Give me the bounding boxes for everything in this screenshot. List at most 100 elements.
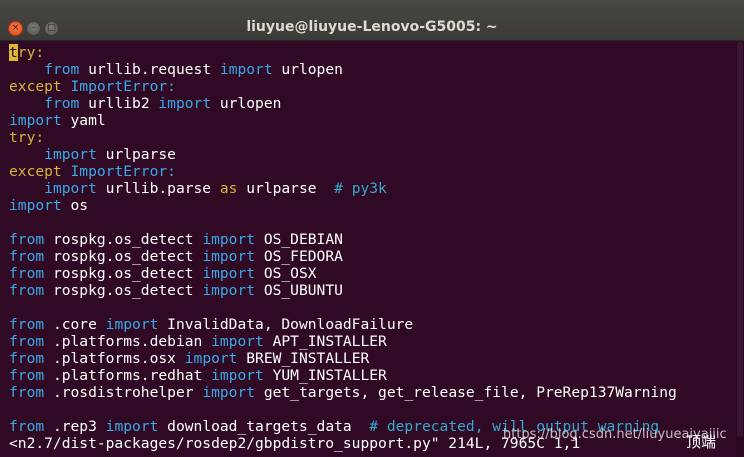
code-token: .platforms.redhat — [44, 367, 212, 384]
window-title: liuyue@liuyue-Lenovo-G5005: ~ — [246, 19, 498, 35]
code-token: download_targets_data — [158, 418, 370, 435]
code-token: urlopen — [211, 95, 282, 112]
code-token: OS_UBUNTU — [255, 282, 343, 299]
code-token: import — [202, 231, 256, 248]
code-token: except — [9, 163, 62, 180]
code-token: import — [184, 350, 238, 367]
code-token: from — [9, 231, 45, 248]
code-token: from — [9, 248, 45, 265]
code-token: .rep3 — [44, 418, 106, 435]
code-token: import — [158, 95, 212, 112]
code-token: OS_FEDORA — [255, 248, 343, 265]
code-line: from rospkg.os_detect import OS_FEDORA — [9, 248, 343, 265]
code-token: OS_DEBIAN — [255, 231, 343, 248]
code-line: from .platforms.redhat import YUM_INSTAL… — [9, 367, 387, 384]
code-token: from — [9, 384, 45, 401]
code-token: .platforms.debian — [44, 333, 212, 350]
code-token: YUM_INSTALLER — [263, 367, 387, 384]
code-token: import — [202, 265, 256, 282]
code-token: from — [9, 418, 45, 435]
status-line: <n2.7/dist-packages/rosdep2/gbpdistro_su… — [9, 435, 580, 452]
code-token: urllib.parse — [96, 180, 220, 197]
code-token: try: — [9, 129, 45, 146]
code-token: import — [44, 146, 97, 163]
code-token: from — [9, 350, 45, 367]
code-line: try: — [9, 44, 44, 61]
code-token: ry: — [17, 44, 45, 61]
code-token: import — [211, 333, 264, 350]
code-line: try: — [9, 129, 44, 146]
code-token: from — [9, 333, 45, 350]
code-line: except ImportError: — [9, 163, 176, 180]
code-token: urlparse — [96, 146, 176, 163]
code-token: from — [44, 95, 80, 112]
code-token: from — [9, 282, 45, 299]
code-token: as — [219, 180, 238, 197]
code-line: except ImportError: — [9, 78, 176, 95]
code-token: import — [105, 418, 159, 435]
scrollbar-thumb[interactable] — [737, 41, 743, 437]
code-token: urlparse — [237, 180, 335, 197]
code-token: rospkg.os_detect — [44, 265, 203, 282]
code-line: import os — [9, 197, 88, 214]
code-line: from rospkg.os_detect import OS_OSX — [9, 265, 317, 282]
code-line: import urllib.parse as urlparse # py3k — [9, 180, 387, 197]
scrollbar[interactable] — [736, 41, 744, 457]
code-line: import urlparse — [9, 146, 176, 163]
code-token: rospkg.os_detect — [44, 282, 203, 299]
text-cursor: t — [9, 44, 18, 61]
code-token: rospkg.os_detect — [44, 231, 203, 248]
code-token: import — [202, 248, 256, 265]
code-token: import — [211, 367, 264, 384]
code-token: import — [202, 282, 256, 299]
code-token: import — [9, 112, 62, 129]
code-token: import — [202, 384, 256, 401]
code-line: from .platforms.debian import APT_INSTAL… — [9, 333, 387, 350]
code-token: get_targets, get_release_file, PreRep137… — [255, 384, 677, 401]
code-line: from .core import InvalidData, DownloadF… — [9, 316, 413, 333]
code-token: InvalidData, DownloadFailure — [158, 316, 414, 333]
code-token: urllib.request — [79, 61, 220, 78]
code-token: import — [44, 180, 97, 197]
code-token: os — [61, 197, 89, 214]
code-token: urllib2 — [79, 95, 159, 112]
code-token: rospkg.os_detect — [44, 248, 203, 265]
code-token: from — [9, 367, 45, 384]
code-token: from — [9, 316, 45, 333]
code-line: from urllib.request import urlopen — [9, 61, 343, 78]
code-token: BREW_INSTALLER — [237, 350, 370, 367]
code-token: import — [105, 316, 159, 333]
terminal-text-area[interactable]: try: from urllib.request import urlopen e… — [0, 41, 736, 457]
title-bar[interactable]: × – □ liuyue@liuyue-Lenovo-G5005: ~ — [0, 0, 744, 41]
code-token: APT_INSTALLER — [263, 333, 387, 350]
code-line: from .platforms.osx import BREW_INSTALLE… — [9, 350, 369, 367]
code-token: ImportError: — [70, 78, 176, 95]
code-token: import — [219, 61, 273, 78]
code-line: from rospkg.os_detect import OS_UBUNTU — [9, 282, 343, 299]
code-token: ImportError: — [70, 163, 176, 180]
code-token: from — [9, 265, 45, 282]
code-token: .rosdistrohelper — [44, 384, 203, 401]
code-token: # py3k — [334, 180, 387, 197]
code-token: <n2.7/dist-packages/rosdep2/gbpdistro_su… — [9, 435, 581, 452]
code-line: from rospkg.os_detect import OS_DEBIAN — [9, 231, 343, 248]
code-token: urlopen — [272, 61, 343, 78]
code-token: except — [9, 78, 62, 95]
code-line: import yaml — [9, 112, 106, 129]
code-token: yaml — [61, 112, 106, 129]
position-indicator: 顶端 — [686, 433, 717, 451]
code-line: from .rosdistrohelper import get_targets… — [9, 384, 677, 401]
code-token: import — [9, 197, 62, 214]
code-token: from — [44, 61, 80, 78]
code-token: .core — [44, 316, 106, 333]
terminal-window: × – □ liuyue@liuyue-Lenovo-G5005: ~ try:… — [0, 0, 744, 457]
code-token: OS_OSX — [255, 265, 317, 282]
code-line: from urllib2 import urlopen — [9, 95, 281, 112]
code-token: .platforms.osx — [44, 350, 185, 367]
